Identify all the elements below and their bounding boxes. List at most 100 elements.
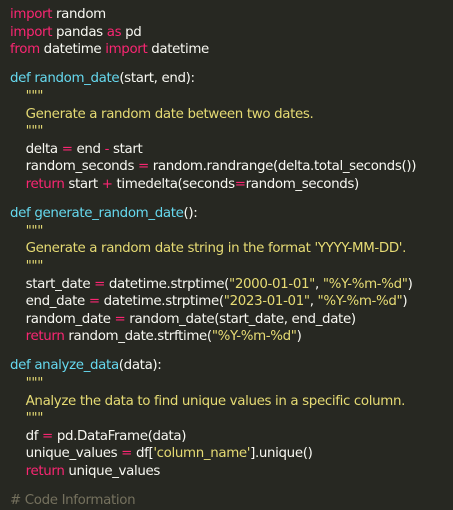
- code-string: "2023-01-01": [223, 294, 310, 310]
- code-text: random_seconds: [10, 159, 138, 175]
- code-keyword: =: [138, 159, 149, 175]
- code-function: def: [10, 358, 31, 374]
- code-text: end: [72, 141, 105, 157]
- code-keyword: =: [121, 446, 133, 462]
- code-text: datetime: [39, 42, 106, 58]
- code-line: """: [10, 223, 453, 241]
- code-text: timedelta(seconds: [112, 176, 236, 192]
- code-keyword: import: [10, 7, 53, 22]
- code-function: generate_random_date: [34, 206, 184, 222]
- code-keyword: =: [234, 176, 246, 192]
- code-string: """: [10, 376, 44, 392]
- code-keyword: =: [42, 428, 53, 444]
- code-text: df: [10, 428, 43, 444]
- code-line: """: [10, 88, 453, 106]
- code-function: def: [10, 71, 31, 87]
- code-keyword: =: [94, 276, 105, 292]
- code-string: Generate a random date between two dates…: [10, 106, 314, 122]
- code-line: df = pd.DataFrame(data): [10, 428, 453, 446]
- code-text: ): [402, 294, 408, 310]
- code-text: pd: [121, 24, 142, 40]
- code-line: Analyze the data to find unique values i…: [10, 393, 453, 411]
- code-string: "2000-01-01": [229, 276, 315, 292]
- code-line: """: [10, 375, 453, 393]
- code-line: end_date = datetime.strptime("2023-01-01…: [10, 293, 453, 311]
- code-text: datetime: [147, 42, 209, 58]
- code-keyword: import: [105, 42, 148, 58]
- code-text: start_date: [10, 276, 95, 292]
- code-string: "%Y-%m-%d": [322, 276, 408, 292]
- code-line: return start + timedelta(seconds=random_…: [10, 176, 453, 194]
- code-text: random_date(start_date, end_date): [125, 311, 356, 327]
- code-line: random_date = random_date(start_date, en…: [10, 311, 453, 329]
- code-editor[interactable]: import random import pandas as pd from dat…: [0, 0, 453, 508]
- code-text: (data):: [118, 358, 162, 374]
- code-string: """: [10, 88, 44, 104]
- code-string: Analyze the data to find unique values i…: [10, 393, 406, 409]
- code-line: Generate a random date string in the for…: [10, 240, 453, 258]
- code-keyword: return: [25, 329, 65, 345]
- code-string: """: [10, 258, 44, 274]
- code-text: ): [296, 329, 302, 345]
- code-line: return random_date.strftime("%Y-%m-%d"): [10, 328, 453, 346]
- code-line: # Code Information: [10, 492, 453, 510]
- code-keyword: import: [10, 24, 53, 40]
- code-text: delta: [10, 141, 62, 157]
- code-string: Generate a random date string in the for…: [10, 241, 407, 257]
- code-text: unique_values: [10, 446, 122, 462]
- code-keyword: =: [114, 311, 126, 327]
- code-text: pandas: [52, 24, 107, 40]
- code-text: start: [109, 141, 143, 157]
- code-text: ,: [314, 276, 323, 292]
- code-text: df[: [132, 446, 154, 462]
- code-function: analyze_data: [34, 358, 119, 374]
- code-function: random_date: [34, 71, 120, 87]
- code-string: 'column_name': [153, 446, 251, 462]
- code-line: unique_values = df['column_name'].unique…: [10, 445, 453, 463]
- code-text: start: [64, 176, 102, 192]
- code-text: random_date.strftime(: [64, 329, 212, 345]
- code-keyword: from: [10, 42, 40, 58]
- code-string: """: [10, 124, 44, 140]
- code-comment: # Code Information: [10, 493, 136, 509]
- code-text: random: [52, 7, 106, 22]
- code-string: """: [10, 411, 44, 427]
- code-line: """: [10, 410, 453, 428]
- code-line: Generate a random date between two dates…: [10, 106, 453, 124]
- code-text: ():: [183, 206, 198, 222]
- code-text: datetime.strptime(: [105, 276, 230, 292]
- code-line: import pandas as pd: [10, 24, 453, 42]
- code-keyword: =: [61, 141, 73, 157]
- code-keyword: =: [88, 294, 100, 310]
- code-text: random_date: [10, 311, 115, 327]
- code-line: return unique_values: [10, 463, 453, 481]
- code-text: unique_values: [64, 464, 161, 480]
- code-string: "%Y-%m-%d": [317, 294, 403, 310]
- code-keyword: as: [106, 24, 122, 40]
- code-line: def generate_random_date():: [10, 205, 453, 223]
- code-string: """: [10, 223, 44, 239]
- code-line: def analyze_data(data):: [10, 357, 453, 375]
- code-line: """: [10, 258, 453, 276]
- code-text: pd.DataFrame(data): [52, 428, 187, 444]
- code-text: (start, end):: [119, 71, 195, 87]
- code-text: end_date: [10, 294, 89, 310]
- code-line: """: [10, 123, 453, 141]
- code-line: random_seconds = random.randrange(delta.…: [10, 158, 453, 176]
- code-keyword: return: [25, 464, 65, 480]
- code-line: import random: [10, 6, 453, 24]
- code-function: def: [10, 206, 31, 222]
- code-text: datetime.strptime(: [99, 294, 224, 310]
- code-keyword: return: [25, 176, 65, 192]
- code-line: delta = end - start: [10, 141, 453, 159]
- code-text: ,: [309, 294, 318, 310]
- code-line: def random_date(start, end):: [10, 70, 453, 88]
- code-line: start_date = datetime.strptime("2000-01-…: [10, 276, 453, 294]
